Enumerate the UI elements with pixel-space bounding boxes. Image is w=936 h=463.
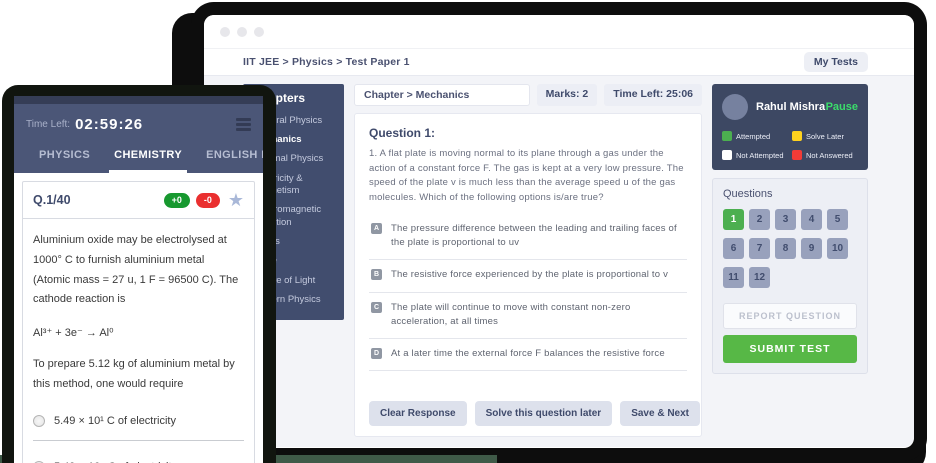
question-tile-1[interactable]: 1 xyxy=(723,209,744,230)
mobile-question-text: Aluminium oxide may be electrolysed at 1… xyxy=(33,231,244,310)
subject-tabs: PHYSICS CHEMISTRY ENGLISH PROFICIENCY xyxy=(14,133,263,173)
option-b-text: The resistive force experienced by the p… xyxy=(391,268,668,282)
question-tile-5[interactable]: 5 xyxy=(827,209,848,230)
question-column: Chapter > Mechanics Marks: 2 Time Left: … xyxy=(354,84,702,437)
questions-title: Questions xyxy=(723,188,857,200)
tab-physics[interactable]: PHYSICS xyxy=(34,145,95,173)
option-b-badge: B xyxy=(371,269,382,280)
mobile-question-body: Aluminium oxide may be electrolysed at 1… xyxy=(23,219,254,463)
question-text: 1. A flat plate is moving normal to its … xyxy=(369,147,687,206)
save-next-button[interactable]: Save & Next xyxy=(620,401,700,426)
option-d[interactable]: D At a later time the external force F b… xyxy=(369,339,687,371)
phone-content: Q.1/40 +0 -0 ★ Aluminium oxide may be el… xyxy=(14,173,263,463)
solve-later-button[interactable]: Solve this question later xyxy=(475,401,613,426)
desktop-window: IIT JEE > Physics > Test Paper 1 My Test… xyxy=(204,15,914,448)
options-list: A The pressure difference between the le… xyxy=(369,214,687,372)
avatar xyxy=(722,94,748,120)
clear-response-button[interactable]: Clear Response xyxy=(369,401,467,426)
question-tile-6[interactable]: 6 xyxy=(723,238,744,259)
option-a-text: The pressure difference between the lead… xyxy=(391,222,685,251)
tab-english-proficiency[interactable]: ENGLISH PROFICIENCY xyxy=(201,145,263,173)
question-tile-12[interactable]: 12 xyxy=(749,267,770,288)
questions-navigator: Questions 1 2 3 4 5 6 7 8 9 10 11 12 xyxy=(712,178,868,374)
tab-chemistry[interactable]: CHEMISTRY xyxy=(109,145,187,173)
my-tests-button[interactable]: My Tests xyxy=(804,52,868,72)
solve-later-color-swatch xyxy=(792,131,802,141)
question-card: Question 1: 1. A flat plate is moving no… xyxy=(354,113,702,437)
option-d-text: At a later time the external force F bal… xyxy=(391,347,665,361)
legend-attempted: Attempted xyxy=(722,131,788,141)
submit-test-button[interactable]: SUBMIT TEST xyxy=(723,335,857,363)
time-left-badge: Time Left: 25:06 xyxy=(604,84,702,106)
time-left-value: 02:59:26 xyxy=(75,116,143,133)
window-titlebar xyxy=(204,15,914,49)
phone-frame: Time Left: 02:59:26 PHYSICS CHEMISTRY EN… xyxy=(2,85,276,463)
questions-grid: 1 2 3 4 5 6 7 8 9 10 11 12 xyxy=(723,209,857,288)
radio-icon[interactable] xyxy=(33,415,45,427)
user-box: Rahul Mishra Pause Attempted Solve Later xyxy=(712,84,868,170)
option-divider xyxy=(33,440,244,441)
question-tile-4[interactable]: 4 xyxy=(801,209,822,230)
menu-icon[interactable] xyxy=(236,116,251,133)
positive-marks-badge: +0 xyxy=(164,193,190,208)
not-attempted-color-swatch xyxy=(722,150,732,160)
option-a-badge: A xyxy=(371,223,382,234)
question-tile-8[interactable]: 8 xyxy=(775,238,796,259)
user-name: Rahul Mishra xyxy=(756,101,825,113)
mobile-question-text-2: To prepare 5.12 kg of aluminium metal by… xyxy=(33,355,244,395)
phone-status-bar xyxy=(14,96,263,104)
legend-not-attempted: Not Attempted xyxy=(722,150,788,160)
question-footer: Clear Response Solve this question later… xyxy=(369,389,687,426)
chapter-label: Chapter > Mechanics xyxy=(354,84,530,106)
question-tile-11[interactable]: 11 xyxy=(723,267,744,288)
attempted-color-swatch xyxy=(722,131,732,141)
question-tile-9[interactable]: 9 xyxy=(801,238,822,259)
status-legend: Attempted Solve Later Not Attempted xyxy=(722,131,858,160)
question-tile-10[interactable]: 10 xyxy=(827,238,848,259)
option-d-badge: D xyxy=(371,348,382,359)
option-c[interactable]: C The plate will continue to move with c… xyxy=(369,293,687,340)
window-control-dot[interactable] xyxy=(237,27,247,37)
option-c-text: The plate will continue to move with con… xyxy=(391,301,685,330)
user-row: Rahul Mishra Pause xyxy=(722,94,858,120)
phone-header: Time Left: 02:59:26 PHYSICS CHEMISTRY EN… xyxy=(14,96,263,173)
question-tile-2[interactable]: 2 xyxy=(749,209,770,230)
mobile-question-header: Q.1/40 +0 -0 ★ xyxy=(23,182,254,219)
phone-time-row: Time Left: 02:59:26 xyxy=(14,104,263,133)
bookmark-star-icon[interactable]: ★ xyxy=(228,191,244,209)
question-tile-3[interactable]: 3 xyxy=(775,209,796,230)
mobile-question-card: Q.1/40 +0 -0 ★ Aluminium oxide may be el… xyxy=(22,181,255,463)
option-a[interactable]: A The pressure difference between the le… xyxy=(369,214,687,261)
legend-solve-later: Solve Later xyxy=(792,131,858,141)
legend-not-answered: Not Answered xyxy=(792,150,858,160)
question-title: Question 1: xyxy=(369,126,687,140)
question-tile-7[interactable]: 7 xyxy=(749,238,770,259)
pause-button[interactable]: Pause xyxy=(826,101,858,113)
desktop-content: Chapters General Physics Mechanics Therm… xyxy=(204,76,914,447)
option-c-badge: C xyxy=(371,302,382,313)
marks-badge: Marks: 2 xyxy=(537,84,598,106)
option-b[interactable]: B The resistive force experienced by the… xyxy=(369,260,687,292)
time-left-label: Time Left: xyxy=(26,119,70,130)
breadcrumb[interactable]: IIT JEE > Physics > Test Paper 1 xyxy=(243,56,410,68)
question-header-row: Chapter > Mechanics Marks: 2 Time Left: … xyxy=(354,84,702,106)
breadcrumb-bar: IIT JEE > Physics > Test Paper 1 My Test… xyxy=(204,49,914,76)
mobile-option-1[interactable]: 5.49 × 10¹ C of electricity xyxy=(33,415,244,427)
composite-screenshot: IIT JEE > Physics > Test Paper 1 My Test… xyxy=(0,0,936,463)
question-number: Q.1/40 xyxy=(33,193,71,207)
status-panel: Rahul Mishra Pause Attempted Solve Later xyxy=(712,84,868,437)
report-question-button[interactable]: REPORT QUESTION xyxy=(723,303,857,329)
not-answered-color-swatch xyxy=(792,150,802,160)
cathode-reaction-formula: Al³⁺ + 3e⁻ → Al⁰ xyxy=(33,326,244,339)
window-control-dot[interactable] xyxy=(220,27,230,37)
window-control-dot[interactable] xyxy=(254,27,264,37)
negative-marks-badge: -0 xyxy=(196,193,220,208)
phone-screen: Time Left: 02:59:26 PHYSICS CHEMISTRY EN… xyxy=(14,96,263,463)
